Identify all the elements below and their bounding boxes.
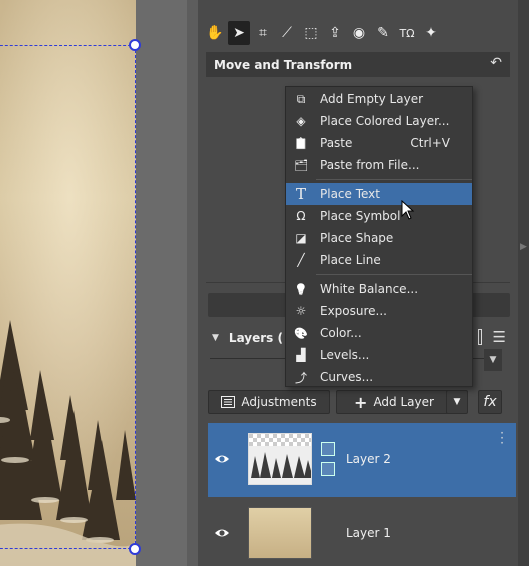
layer-name: Layer 2 bbox=[346, 452, 391, 466]
move-transform-header[interactable]: Move and Transform ↶ bbox=[206, 52, 510, 77]
menu-item-label: Paste bbox=[320, 136, 353, 150]
move-transform-title: Move and Transform bbox=[214, 57, 353, 72]
menu-item-place-shape[interactable]: ◪ Place Shape bbox=[286, 227, 472, 249]
mouse-cursor-icon bbox=[401, 200, 415, 220]
menu-item-label: Exposure... bbox=[320, 304, 387, 318]
menu-item-color[interactable]: 🎨 Color... bbox=[286, 322, 472, 344]
menu-item-label: Levels... bbox=[320, 348, 370, 362]
add-layer-icon: ⧉ bbox=[296, 91, 306, 106]
bulb-icon: 💡 bbox=[294, 282, 308, 296]
hamburger-menu-icon[interactable]: ☰ bbox=[493, 328, 506, 346]
layer-thumbnail bbox=[248, 507, 312, 559]
palette-icon: 🎨 bbox=[294, 326, 308, 340]
add-layer-dropdown-button[interactable]: ▼ bbox=[446, 390, 468, 414]
menu-item-paste-from-file[interactable]: 🗂 Paste from File... bbox=[286, 154, 472, 176]
levels-icon: ▟ bbox=[296, 348, 306, 362]
panel-edge-strip[interactable]: ▶ bbox=[518, 0, 529, 566]
eye-icon[interactable] bbox=[214, 451, 230, 467]
curves-icon: ⤴ bbox=[294, 370, 307, 385]
shape-icon: ◪ bbox=[295, 231, 307, 245]
menu-item-paste[interactable]: 📋 Paste Ctrl+V bbox=[286, 132, 472, 154]
arrow-pointer-icon[interactable]: ➤ bbox=[228, 21, 250, 45]
line-icon: ╱ bbox=[297, 253, 305, 267]
transform-handle-top-right[interactable] bbox=[129, 39, 141, 51]
context-menu: ⧉ Add Empty Layer ◈ Place Colored Layer... 📋… bbox=[285, 86, 473, 387]
menu-item-white-balance[interactable]: 💡 White Balance... bbox=[286, 278, 472, 300]
eye-icon[interactable]: ◉ bbox=[348, 21, 370, 45]
layers-title: Layers ( bbox=[228, 331, 283, 345]
perspective-icon[interactable]: ⬚ bbox=[300, 21, 322, 45]
crop-icon[interactable]: ⌗ bbox=[252, 21, 274, 45]
menu-separator bbox=[316, 274, 472, 275]
layer-row[interactable]: Layer 1 bbox=[208, 497, 516, 566]
canvas-scrollbar[interactable] bbox=[187, 0, 198, 566]
colored-layer-icon: ◈ bbox=[296, 114, 306, 128]
menu-item-label: Place Symbol bbox=[320, 209, 401, 223]
menu-item-label: Paste from File... bbox=[320, 158, 420, 172]
chevron-down-icon[interactable]: ▼ bbox=[484, 349, 502, 371]
omega-icon: Ω bbox=[296, 209, 306, 223]
menu-item-place-text[interactable]: T Place Text bbox=[286, 183, 472, 205]
adjustments-icon bbox=[221, 396, 236, 408]
menu-item-label: Add Empty Layer bbox=[320, 92, 424, 106]
fx-label: fx bbox=[483, 394, 497, 410]
menu-item-levels[interactable]: ▟ Levels... bbox=[286, 344, 472, 366]
straighten-icon[interactable]: ⟋ bbox=[276, 21, 298, 45]
brush-icon[interactable]: ✎ bbox=[372, 21, 394, 45]
adjustments-label: Adjustments bbox=[241, 395, 317, 409]
menu-item-place-line[interactable]: ╱ Place Line bbox=[286, 249, 472, 271]
fx-button[interactable]: fx bbox=[478, 390, 502, 414]
menu-item-label: Place Text bbox=[320, 187, 380, 201]
add-layer-label: Add Layer bbox=[373, 395, 434, 409]
menu-item-label: Color... bbox=[320, 326, 362, 340]
selection-marquee[interactable] bbox=[0, 45, 136, 549]
more-options-icon[interactable]: · · · bbox=[500, 427, 504, 449]
effects-icon[interactable]: ✦ bbox=[420, 21, 442, 45]
text-icon[interactable]: TΩ bbox=[396, 21, 418, 45]
chevron-down-icon: ▼ bbox=[453, 397, 461, 407]
add-layer-button[interactable]: + Add Layer bbox=[336, 390, 452, 414]
layer-row[interactable]: Layer 2 · · · bbox=[208, 423, 516, 497]
menu-item-shortcut: Ctrl+V bbox=[410, 136, 450, 150]
text-icon: T bbox=[295, 185, 306, 203]
layer-name: Layer 1 bbox=[346, 526, 391, 540]
collapse-handle-icon[interactable]: ▶ bbox=[520, 242, 527, 252]
menu-item-label: White Balance... bbox=[320, 282, 419, 296]
paste-icon: 📋 bbox=[294, 136, 308, 150]
menu-item-label: Curves... bbox=[320, 370, 374, 384]
menu-item-exposure[interactable]: ☼ Exposure... bbox=[286, 300, 472, 322]
transform-handle-bottom-right[interactable] bbox=[129, 543, 141, 555]
layer-thumbnail bbox=[248, 433, 312, 485]
menu-separator bbox=[316, 179, 472, 180]
menu-item-label: Place Shape bbox=[320, 231, 394, 245]
menu-item-place-symbol[interactable]: Ω Place Symbol bbox=[286, 205, 472, 227]
undo-arrow-icon[interactable]: ↶ bbox=[490, 55, 502, 71]
menu-item-label: Place Colored Layer... bbox=[320, 114, 450, 128]
layer-panel-toggle-icon[interactable] bbox=[478, 329, 482, 345]
app-window: ✋ ➤ ⌗ ⟋ ⬚ ⇪ ◉ ✎ TΩ ✦ Move and Transform ↶ ▼ Layer… bbox=[0, 0, 529, 566]
export-icon[interactable]: ⇪ bbox=[324, 21, 346, 45]
sun-icon: ☼ bbox=[295, 304, 307, 318]
tool-row: ✋ ➤ ⌗ ⟋ ⬚ ⇪ ◉ ✎ TΩ ✦ bbox=[204, 20, 512, 46]
menu-item-label: Place Line bbox=[320, 253, 381, 267]
hand-icon[interactable]: ✋ bbox=[204, 21, 226, 45]
menu-item-place-colored-layer[interactable]: ◈ Place Colored Layer... bbox=[286, 110, 472, 132]
layer-link-icons[interactable] bbox=[321, 442, 335, 478]
eye-icon[interactable] bbox=[214, 525, 230, 541]
menu-item-curves[interactable]: ⤴ Curves... bbox=[286, 366, 472, 388]
collapse-triangle-icon[interactable]: ▼ bbox=[212, 333, 219, 343]
paste-file-icon: 🗂 bbox=[294, 158, 308, 172]
adjustments-button[interactable]: Adjustments bbox=[208, 390, 330, 414]
menu-item-add-empty-layer[interactable]: ⧉ Add Empty Layer bbox=[286, 88, 472, 110]
canvas-area[interactable] bbox=[0, 0, 198, 566]
plus-icon: + bbox=[354, 392, 368, 412]
